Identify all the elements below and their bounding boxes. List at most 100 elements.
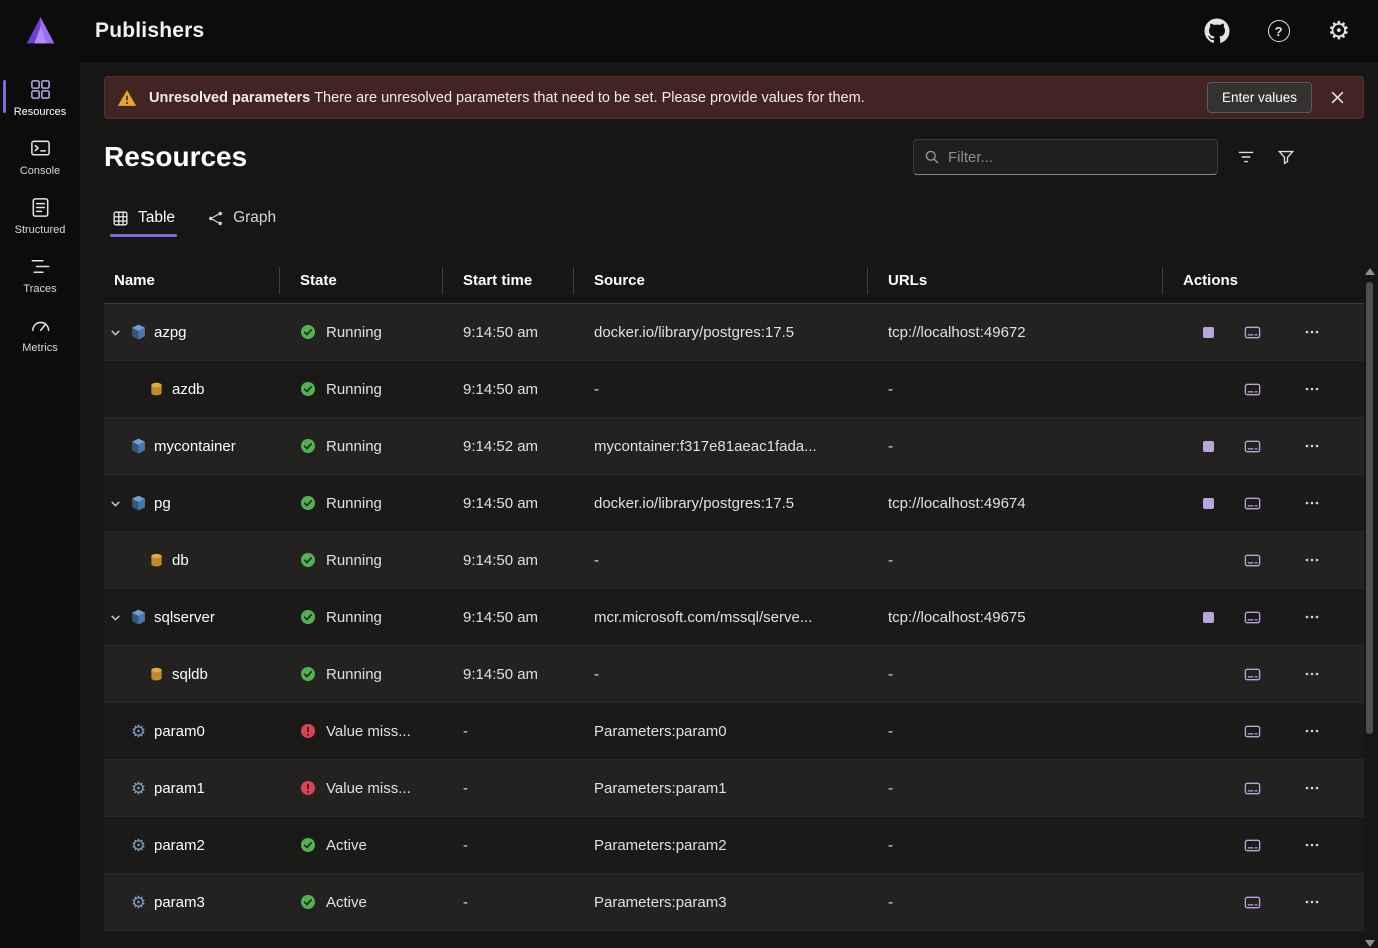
resource-name-cell: ⚙ param3 xyxy=(104,894,280,911)
sidebar-item-resources[interactable]: Resources xyxy=(0,68,80,127)
more-actions-button[interactable] xyxy=(1297,716,1327,746)
source-cell: Parameters:param1 xyxy=(574,780,868,797)
urls-cell[interactable]: - xyxy=(868,837,1163,854)
search-icon xyxy=(924,149,940,165)
console-logs-button[interactable] xyxy=(1237,716,1267,746)
vertical-scrollbar[interactable] xyxy=(1364,264,1376,948)
resource-name: azdb xyxy=(172,381,205,398)
state-icon xyxy=(300,495,316,511)
console-logs-button[interactable] xyxy=(1237,602,1267,632)
resource-name-cell: sqlserver xyxy=(104,608,280,626)
chevron-down-icon[interactable] xyxy=(108,611,123,624)
actions-cell xyxy=(1163,431,1364,461)
stop-button[interactable] xyxy=(1193,317,1223,347)
table-row[interactable]: sqldb Running 9:14:50 am - - xyxy=(104,646,1364,703)
more-actions-button[interactable] xyxy=(1297,887,1327,917)
more-actions-button[interactable] xyxy=(1297,773,1327,803)
chevron-down-icon[interactable] xyxy=(108,497,123,510)
table-row[interactable]: db Running 9:14:50 am - - xyxy=(104,532,1364,589)
sidebar-item-metrics[interactable]: Metrics xyxy=(0,304,80,363)
tab-table[interactable]: Table xyxy=(104,201,183,240)
table-row[interactable]: ⚙ param0 Value miss... - Parameters:para… xyxy=(104,703,1364,760)
start-time-cell: 9:14:50 am xyxy=(443,381,574,398)
state-cell: Running xyxy=(280,495,443,512)
urls-cell[interactable]: - xyxy=(868,723,1163,740)
more-actions-button[interactable] xyxy=(1297,374,1327,404)
urls-cell[interactable]: tcp://localhost:49675 xyxy=(868,609,1163,626)
console-logs-button[interactable] xyxy=(1237,545,1267,575)
state-icon xyxy=(300,723,316,739)
scrollbar-thumb[interactable] xyxy=(1366,282,1373,734)
chevron-down-icon[interactable] xyxy=(108,326,123,339)
console-logs-button[interactable] xyxy=(1237,374,1267,404)
state-cell: Value miss... xyxy=(280,780,443,797)
console-logs-button[interactable] xyxy=(1237,317,1267,347)
sidebar-item-structured[interactable]: Structured xyxy=(0,186,80,245)
start-time-cell: - xyxy=(443,837,574,854)
more-actions-button[interactable] xyxy=(1297,659,1327,689)
enter-values-button[interactable]: Enter values xyxy=(1207,82,1312,113)
more-actions-button[interactable] xyxy=(1297,317,1327,347)
more-actions-button[interactable] xyxy=(1297,545,1327,575)
column-header-source: Source xyxy=(574,258,868,303)
console-logs-button[interactable] xyxy=(1237,488,1267,518)
urls-cell[interactable]: - xyxy=(868,438,1163,455)
urls-cell[interactable]: - xyxy=(868,780,1163,797)
table-row[interactable]: azpg Running 9:14:50 am docker.io/librar… xyxy=(104,304,1364,361)
actions-cell xyxy=(1163,488,1364,518)
stop-button[interactable] xyxy=(1193,431,1223,461)
more-actions-button[interactable] xyxy=(1297,431,1327,461)
urls-cell[interactable]: tcp://localhost:49672 xyxy=(868,324,1163,341)
urls-cell[interactable]: - xyxy=(868,381,1163,398)
help-icon[interactable]: ? xyxy=(1266,18,1292,44)
console-logs-button[interactable] xyxy=(1237,830,1267,860)
resource-name-cell: ⚙ param2 xyxy=(104,837,280,854)
table-row[interactable]: sqlserver Running 9:14:50 am mcr.microso… xyxy=(104,589,1364,646)
actions-cell xyxy=(1163,887,1364,917)
table-row[interactable]: ⚙ param2 Active - Parameters:param2 - xyxy=(104,817,1364,874)
table-row[interactable]: ⚙ param3 Active - Parameters:param3 - xyxy=(104,874,1364,931)
state-icon xyxy=(300,552,316,568)
app-root: Publishers ? ⚙ ResourcesConsoleStructure… xyxy=(0,0,1378,948)
table-row[interactable]: mycontainer Running 9:14:52 am mycontain… xyxy=(104,418,1364,475)
warning-banner: Unresolved parametersThere are unresolve… xyxy=(104,76,1364,119)
console-logs-button[interactable] xyxy=(1237,659,1267,689)
state-cell: Running xyxy=(280,666,443,683)
stop-icon xyxy=(1203,612,1214,623)
urls-cell[interactable]: - xyxy=(868,552,1163,569)
stop-button[interactable] xyxy=(1193,488,1223,518)
resource-name-cell: sqldb xyxy=(104,666,280,683)
settings-icon[interactable]: ⚙ xyxy=(1326,17,1352,46)
console-logs-button[interactable] xyxy=(1237,431,1267,461)
resource-name-cell: azpg xyxy=(104,323,280,341)
stop-button[interactable] xyxy=(1193,602,1223,632)
urls-cell[interactable]: - xyxy=(868,894,1163,911)
resource-name: param0 xyxy=(154,723,205,740)
urls-cell[interactable]: - xyxy=(868,666,1163,683)
resources-icon xyxy=(29,78,52,101)
table-row[interactable]: pg Running 9:14:50 am docker.io/library/… xyxy=(104,475,1364,532)
sidebar-item-traces[interactable]: Traces xyxy=(0,245,80,304)
table-row[interactable]: azdb Running 9:14:50 am - - xyxy=(104,361,1364,418)
console-logs-button[interactable] xyxy=(1237,887,1267,917)
console-logs-button[interactable] xyxy=(1237,773,1267,803)
scroll-down-icon[interactable] xyxy=(1365,940,1375,947)
table-row[interactable]: ⚙ param1 Value miss... - Parameters:para… xyxy=(104,760,1364,817)
tab-graph[interactable]: Graph xyxy=(199,201,284,240)
state-icon xyxy=(300,381,316,397)
table-header: NameStateStart timeSourceURLsActions xyxy=(104,258,1364,304)
filter-icon[interactable] xyxy=(1234,145,1258,169)
state-icon xyxy=(300,780,316,796)
github-icon[interactable] xyxy=(1202,16,1232,46)
more-actions-button[interactable] xyxy=(1297,488,1327,518)
more-actions-button[interactable] xyxy=(1297,602,1327,632)
resource-icon xyxy=(129,608,148,626)
banner-close-icon[interactable] xyxy=(1324,86,1351,109)
start-time-cell: - xyxy=(443,780,574,797)
filter-options-icon[interactable] xyxy=(1274,145,1298,169)
more-actions-button[interactable] xyxy=(1297,830,1327,860)
filter-input[interactable] xyxy=(948,149,1207,166)
urls-cell[interactable]: tcp://localhost:49674 xyxy=(868,495,1163,512)
sidebar-item-console[interactable]: Console xyxy=(0,127,80,186)
scroll-up-icon[interactable] xyxy=(1365,268,1375,275)
